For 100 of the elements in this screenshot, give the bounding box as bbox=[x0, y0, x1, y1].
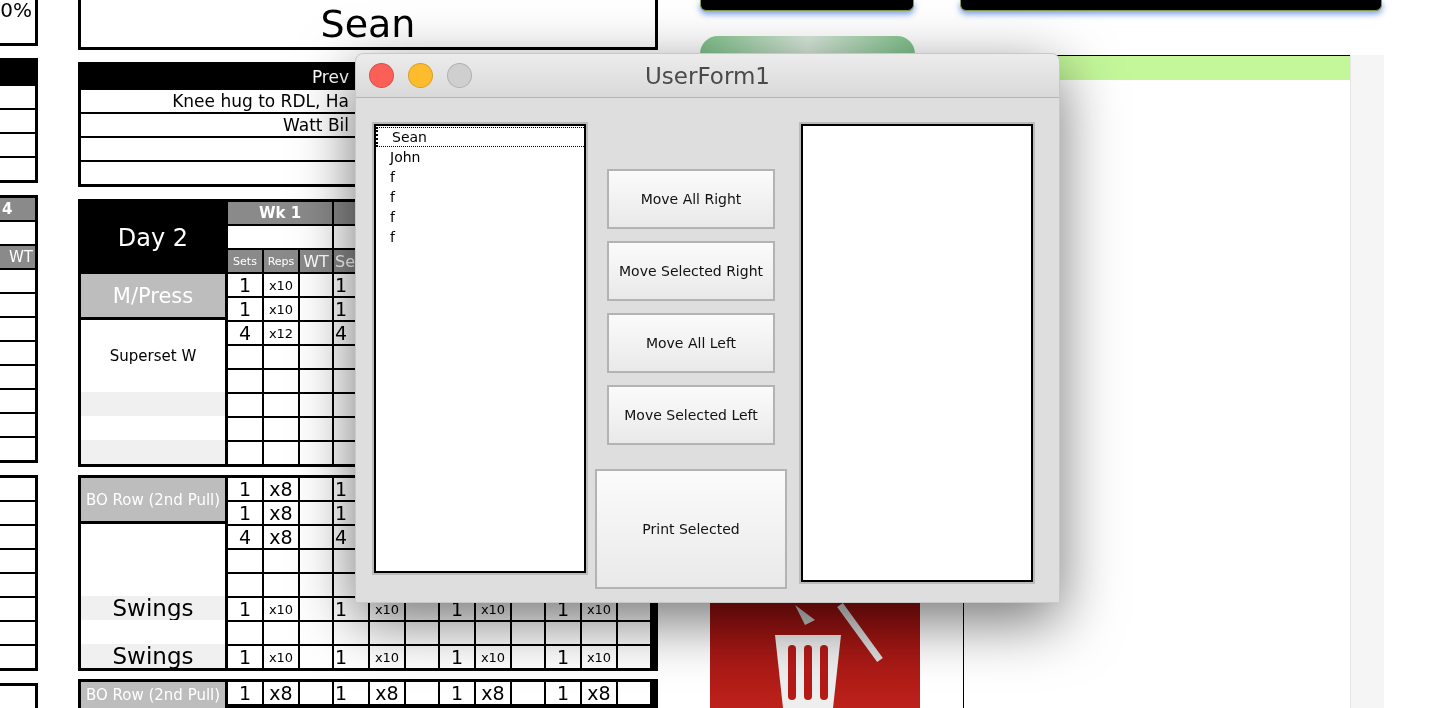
table-cell: 1 bbox=[334, 598, 368, 620]
table-cell bbox=[334, 622, 368, 644]
table-cell bbox=[228, 550, 262, 572]
table-cell: x10 bbox=[264, 598, 298, 620]
table-cell: 1 bbox=[334, 646, 368, 668]
column-header: WT bbox=[0, 246, 35, 268]
table-cell bbox=[228, 622, 262, 644]
table-cell bbox=[228, 346, 262, 368]
table-cell bbox=[512, 622, 544, 644]
table-cell: 1 bbox=[440, 682, 474, 704]
table-cell bbox=[476, 622, 510, 644]
table-cell bbox=[228, 574, 262, 596]
table-cell: 1 bbox=[546, 682, 580, 704]
table-cell bbox=[264, 370, 298, 392]
table-cell bbox=[300, 394, 332, 416]
table-cell bbox=[546, 622, 580, 644]
table-cell: x12 bbox=[264, 322, 298, 344]
table-cell bbox=[300, 682, 332, 704]
list-item[interactable]: f bbox=[376, 227, 584, 247]
trash-icon[interactable] bbox=[710, 600, 920, 708]
exercise-name: BO Row (2nd Pull) bbox=[81, 682, 225, 708]
table-cell bbox=[228, 418, 262, 440]
table-cell: x8 bbox=[264, 526, 298, 548]
table-cell bbox=[406, 622, 438, 644]
table-cell: x8 bbox=[264, 502, 298, 524]
table-cell bbox=[300, 646, 332, 668]
table-cell bbox=[406, 682, 438, 704]
column-header: WT bbox=[300, 250, 332, 272]
table-cell bbox=[300, 370, 332, 392]
table-cell bbox=[228, 442, 262, 464]
exercise-note: Swings bbox=[81, 644, 225, 668]
table-cell bbox=[264, 346, 298, 368]
table-cell: x10 bbox=[476, 646, 510, 668]
exercise-note: Swings bbox=[81, 596, 225, 620]
table-cell bbox=[300, 322, 332, 344]
table-cell bbox=[300, 418, 332, 440]
exercise-name: BO Row (2nd Pull) bbox=[81, 478, 225, 524]
table-cell: x10 bbox=[264, 646, 298, 668]
table-cell: 1 bbox=[228, 646, 262, 668]
week-header: Wk 1 bbox=[228, 202, 332, 224]
table-cell bbox=[264, 550, 298, 572]
sheet-button[interactable] bbox=[960, 0, 1382, 11]
table-cell: x8 bbox=[264, 682, 298, 704]
table-cell: x8 bbox=[370, 682, 404, 704]
list-item[interactable]: f bbox=[376, 187, 584, 207]
close-icon[interactable] bbox=[369, 63, 394, 88]
table-cell bbox=[264, 574, 298, 596]
table-cell: 1 bbox=[228, 298, 262, 320]
percent-cell-text: 0% bbox=[0, 0, 33, 24]
table-cell bbox=[512, 646, 544, 668]
move-button[interactable]: Move All Right bbox=[607, 169, 775, 229]
list-item[interactable]: Sean bbox=[376, 127, 584, 147]
table-cell bbox=[300, 478, 332, 500]
list-item[interactable]: f bbox=[376, 167, 584, 187]
list-item[interactable]: John bbox=[376, 147, 584, 167]
move-button[interactable]: Move Selected Left bbox=[607, 385, 775, 445]
table-cell bbox=[300, 298, 332, 320]
table-cell: x8 bbox=[476, 682, 510, 704]
athlete-name: Sean bbox=[319, 0, 417, 47]
print-button[interactable]: Print Selected bbox=[595, 469, 787, 589]
table-cell bbox=[300, 346, 332, 368]
move-button[interactable]: Move Selected Right bbox=[607, 241, 775, 301]
table-cell bbox=[300, 274, 332, 296]
table-cell: 1 bbox=[228, 478, 262, 500]
table-cell: 1 bbox=[546, 646, 580, 668]
table-cell bbox=[300, 574, 332, 596]
table-cell bbox=[300, 598, 332, 620]
table-cell: x10 bbox=[264, 298, 298, 320]
sheet-button[interactable] bbox=[700, 0, 914, 11]
table-cell bbox=[300, 502, 332, 524]
table-cell bbox=[264, 418, 298, 440]
table-cell: 1 bbox=[440, 646, 474, 668]
table-cell: 1 bbox=[228, 274, 262, 296]
table-cell bbox=[618, 682, 650, 704]
table-cell bbox=[228, 394, 262, 416]
table-cell: 1 bbox=[228, 502, 262, 524]
table-cell bbox=[300, 526, 332, 548]
table-cell: x10 bbox=[582, 646, 616, 668]
table-cell bbox=[582, 622, 616, 644]
table-cell bbox=[512, 682, 544, 704]
table-cell bbox=[264, 394, 298, 416]
table-cell bbox=[300, 550, 332, 572]
column-header: Reps bbox=[264, 250, 298, 272]
exercise-name: M/Press bbox=[81, 274, 225, 320]
table-cell bbox=[300, 442, 332, 464]
table-cell bbox=[300, 622, 332, 644]
table-cell bbox=[264, 622, 298, 644]
table-cell: 1 bbox=[334, 682, 368, 704]
list-item[interactable]: f bbox=[376, 207, 584, 227]
table-cell bbox=[618, 646, 650, 668]
table-cell: x8 bbox=[582, 682, 616, 704]
week-header: 4 bbox=[0, 198, 35, 220]
table-cell: 1 bbox=[228, 682, 262, 704]
move-button[interactable]: Move All Left bbox=[607, 313, 775, 373]
table-cell: 4 bbox=[228, 526, 262, 548]
table-cell bbox=[440, 622, 474, 644]
table-cell bbox=[228, 370, 262, 392]
day-title: Day 2 bbox=[81, 202, 225, 274]
table-cell bbox=[370, 622, 404, 644]
table-cell: x8 bbox=[264, 478, 298, 500]
